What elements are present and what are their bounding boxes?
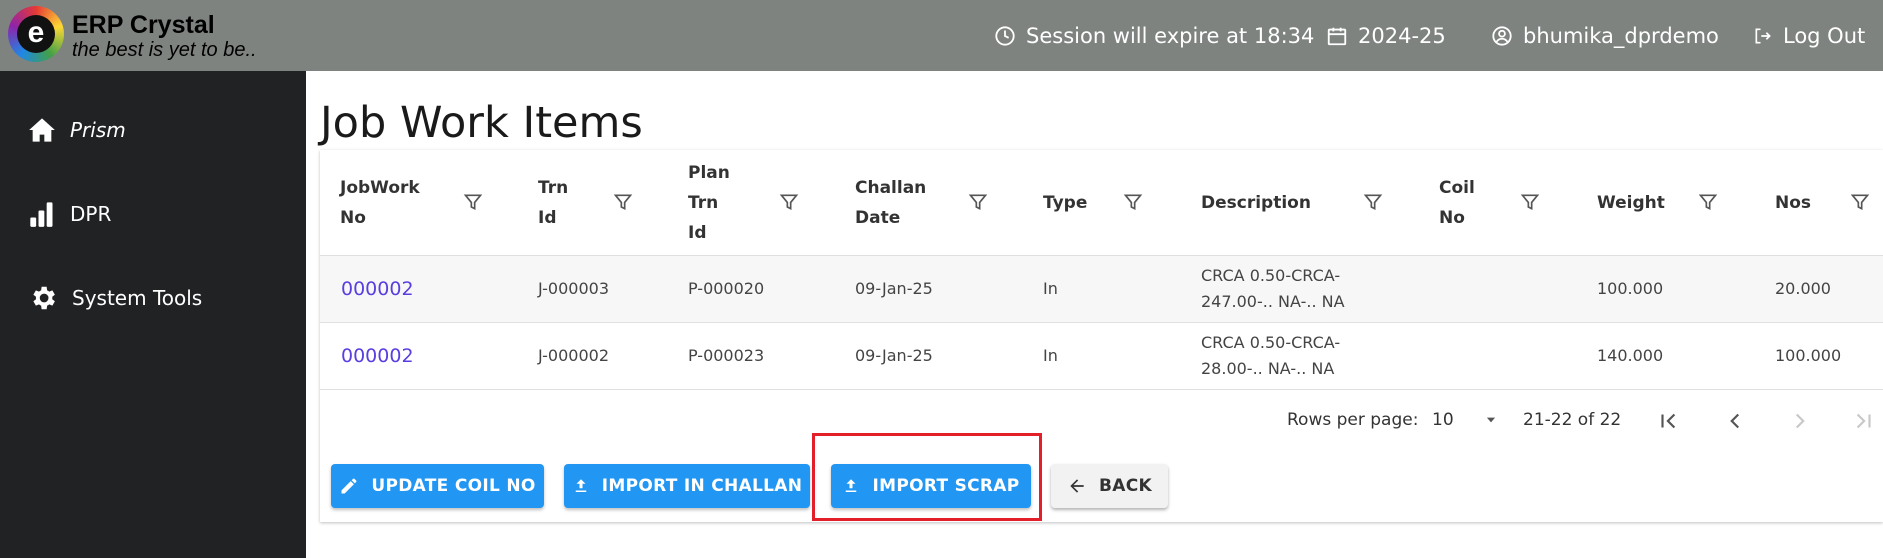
bar-chart-icon	[30, 202, 53, 227]
column-header-description[interactable]: Description	[1201, 150, 1311, 256]
sidebar-item-dpr[interactable]: DPR	[28, 197, 111, 231]
filter-icon[interactable]	[1520, 192, 1540, 212]
filter-icon[interactable]	[1698, 192, 1718, 212]
pencil-icon	[341, 478, 357, 494]
weight-cell: 140.000	[1597, 346, 1664, 365]
erp-crystal-logo: e	[8, 6, 64, 62]
trn-id-cell: J-000002	[538, 346, 609, 365]
sidebar-item-label: System Tools	[72, 286, 203, 310]
filter-icon[interactable]	[463, 192, 483, 212]
update-coil-no-button[interactable]: UPDATE COIL NO	[331, 464, 544, 508]
app-title: ERP Crystal	[72, 11, 215, 39]
nos-cell: 20.000	[1775, 279, 1831, 298]
column-header-jobwork-no[interactable]: JobWork No	[340, 150, 420, 256]
sidebar-item-label: DPR	[70, 202, 112, 226]
next-page-icon[interactable]	[1787, 408, 1813, 434]
financial-year[interactable]: 2024-25	[1326, 22, 1446, 50]
challan-date-cell: 09-Jan-25	[855, 279, 933, 298]
jobwork-no-link[interactable]: 000002	[341, 323, 414, 389]
user-icon	[1492, 26, 1512, 46]
calendar-icon	[1327, 27, 1347, 46]
home-icon	[29, 118, 55, 142]
filter-icon[interactable]	[779, 192, 799, 212]
year-text: 2024-25	[1358, 24, 1446, 48]
logout-label: Log Out	[1783, 24, 1866, 48]
nos-cell: 100.000	[1775, 346, 1842, 365]
filter-icon[interactable]	[1850, 192, 1870, 212]
back-button[interactable]: BACK	[1051, 464, 1168, 508]
import-in-challan-button[interactable]: IMPORT IN CHALLAN	[564, 464, 810, 508]
column-header-challan-date[interactable]: Challan Date	[855, 150, 926, 256]
filter-icon[interactable]	[613, 192, 633, 212]
arrow-left-icon	[1070, 479, 1084, 493]
table-pagination: Rows per page: 10 21-22 of 22	[320, 390, 1883, 450]
highlight-box	[812, 433, 1042, 521]
trn-id-cell: J-000003	[538, 279, 609, 298]
sidebar: Prism DPR System Tools	[0, 71, 306, 558]
session-timer: Session will expire at 18:34	[994, 22, 1314, 50]
app-tagline: the best is yet to be..	[72, 39, 257, 61]
dropdown-arrow-icon	[1486, 417, 1495, 423]
plan-trn-id-cell: P-000023	[688, 346, 765, 365]
page-title: Job Work Items	[320, 98, 643, 148]
table-row: 000002 J-000002 P-000023 09-Jan-25 In CR…	[320, 323, 1883, 390]
sidebar-item-system-tools[interactable]: System Tools	[28, 281, 202, 315]
column-header-type[interactable]: Type	[1043, 150, 1087, 256]
jobwork-no-link[interactable]: 000002	[341, 256, 414, 322]
last-page-icon[interactable]	[1850, 408, 1876, 434]
first-page-icon[interactable]	[1656, 408, 1682, 434]
sidebar-item-label: Prism	[70, 118, 126, 142]
button-label: UPDATE COIL NO	[371, 476, 536, 496]
logout-button[interactable]: Log Out	[1753, 22, 1865, 50]
column-header-weight[interactable]: Weight	[1597, 150, 1665, 256]
gear-icon	[33, 286, 55, 310]
table-header: JobWork No Trn Id Plan Trn Id Challan Da…	[320, 150, 1883, 256]
filter-icon[interactable]	[1363, 192, 1383, 212]
upload-icon	[575, 479, 586, 492]
previous-page-icon[interactable]	[1722, 408, 1748, 434]
filter-icon[interactable]	[968, 192, 988, 212]
column-header-coil-no[interactable]: Coil No	[1439, 150, 1475, 256]
description-cell: CRCA 0.50-CRCA- 247.00-.. NA-.. NA	[1201, 266, 1345, 311]
table-row: 000002 J-000003 P-000020 09-Jan-25 In CR…	[320, 256, 1883, 323]
logout-icon	[1755, 28, 1771, 44]
clock-icon	[995, 26, 1015, 46]
type-cell: In	[1043, 279, 1058, 298]
rows-per-page-value: 10	[1432, 410, 1454, 430]
column-header-trn-id[interactable]: Trn Id	[538, 150, 568, 256]
filter-icon[interactable]	[1123, 192, 1143, 212]
column-header-nos[interactable]: Nos	[1775, 150, 1811, 256]
column-header-plan-trn-id[interactable]: Plan Trn Id	[688, 150, 730, 256]
description-cell: CRCA 0.50-CRCA- 28.00-.. NA-.. NA	[1201, 333, 1341, 378]
challan-date-cell: 09-Jan-25	[855, 346, 933, 365]
weight-cell: 100.000	[1597, 279, 1664, 298]
rows-per-page-label: Rows per page:	[1287, 410, 1419, 430]
plan-trn-id-cell: P-000020	[688, 279, 765, 298]
button-label: BACK	[1099, 476, 1152, 496]
pagination-range: 21-22 of 22	[1523, 410, 1622, 430]
type-cell: In	[1043, 346, 1058, 365]
sidebar-item-prism[interactable]: Prism	[28, 113, 126, 147]
rows-per-page-select[interactable]: 10	[1432, 390, 1498, 450]
user-menu[interactable]: bhumika_dprdemo	[1491, 22, 1719, 50]
button-label: IMPORT IN CHALLAN	[601, 476, 803, 496]
top-bar: e ERP Crystal the best is yet to be.. Se…	[0, 0, 1883, 71]
user-name: bhumika_dprdemo	[1523, 24, 1719, 48]
session-text: Session will expire at 18:34	[1026, 24, 1315, 48]
